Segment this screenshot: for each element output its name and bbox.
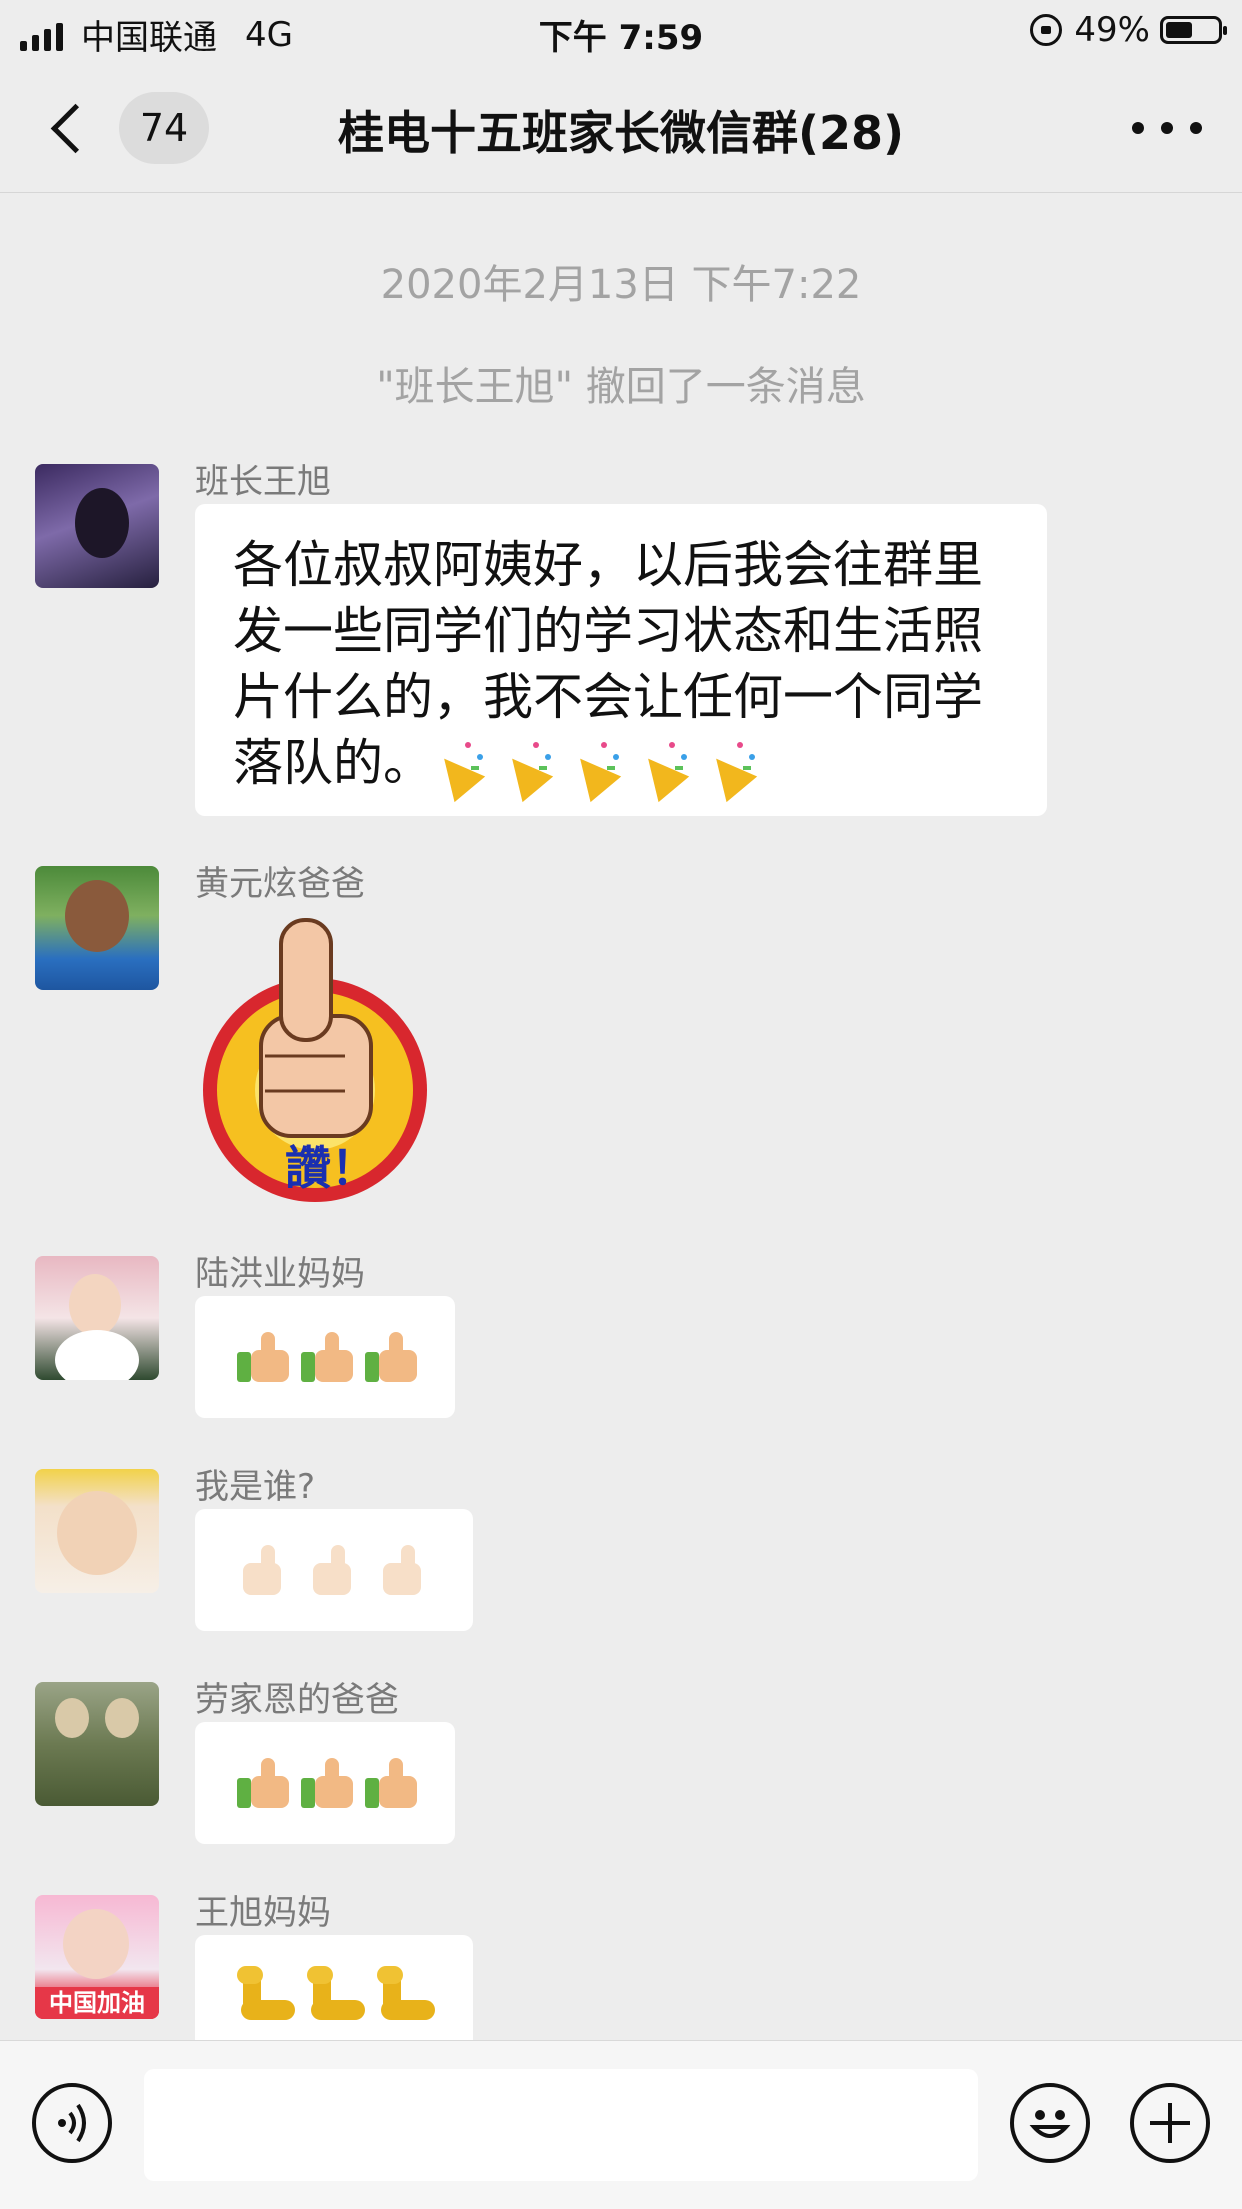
thumbs-up-icon	[375, 1541, 433, 1599]
chat-timestamp: 2020年2月13日 下午7:22	[380, 262, 862, 308]
thumbs-up-sticker[interactable]: 讚！	[195, 906, 435, 1206]
thumbs-up-icon	[299, 1754, 353, 1812]
sticker-text: 讚！	[285, 1141, 377, 1195]
battery-percent: 49%	[1074, 10, 1150, 50]
chat-title: 桂电十五班家长微信群(28)	[337, 106, 905, 160]
sender-name[interactable]: 劳家恩的爸爸	[195, 1672, 399, 1721]
sender-name[interactable]: 班长王旭	[195, 454, 331, 503]
party-popper-icon	[496, 740, 555, 802]
flexed-biceps-icon	[305, 1966, 365, 2026]
flexed-biceps-icon	[375, 1966, 435, 2026]
voice-button[interactable]	[32, 2083, 112, 2163]
thumbs-up-icon	[299, 1328, 353, 1386]
add-button[interactable]	[1130, 2083, 1210, 2163]
voice-icon	[58, 2103, 86, 2143]
status-bar: 中国联通 4G 下午 7:59 49%	[0, 0, 1242, 62]
thumbs-up-icon	[235, 1328, 289, 1386]
party-popper-icon	[700, 740, 759, 802]
avatar[interactable]	[35, 1682, 159, 1806]
avatar[interactable]	[35, 464, 159, 588]
orientation-lock-icon	[1030, 14, 1063, 46]
sender-name[interactable]: 我是谁?	[195, 1459, 315, 1508]
emoji-button[interactable]	[1010, 2083, 1090, 2163]
avatar[interactable]	[35, 1469, 159, 1593]
sender-name[interactable]: 陆洪业妈妈	[195, 1246, 365, 1295]
status-right: 49%	[1030, 10, 1227, 50]
flexed-biceps-icon	[235, 1966, 295, 2026]
emoji-row	[195, 1296, 455, 1418]
avatar[interactable]	[35, 1256, 159, 1380]
emoji-row	[195, 1509, 473, 1631]
more-options-icon[interactable]	[1132, 110, 1202, 146]
message-bubble[interactable]	[195, 1509, 473, 1631]
avatar-tag: 中国加油	[35, 1987, 159, 2019]
party-popper-icon	[428, 740, 487, 802]
recall-notice: "班长王旭" 撤回了一条消息	[376, 364, 866, 410]
thumbs-up-icon	[363, 1328, 417, 1386]
battery-icon	[1160, 16, 1227, 44]
emoji-row	[195, 1722, 455, 1844]
chat-header: 74 桂电十五班家长微信群(28)	[0, 62, 1242, 193]
message-bubble[interactable]	[195, 1296, 455, 1418]
message-bubble[interactable]: 各位叔叔阿姨好，以后我会往群里发一些同学们的学习状态和生活照片什么的，我不会让任…	[195, 504, 1047, 816]
input-bar	[0, 2040, 1242, 2209]
emoji-icon	[1029, 2110, 1071, 2138]
thumbs-up-icon	[235, 1754, 289, 1812]
thumbs-up-icon	[305, 1541, 363, 1599]
message-bubble[interactable]	[195, 1935, 473, 2057]
emoji-row	[195, 1935, 473, 2057]
party-popper-icon	[564, 740, 623, 802]
sender-name[interactable]: 王旭妈妈	[195, 1885, 331, 1934]
sender-name[interactable]: 黄元炫爸爸	[195, 856, 365, 905]
thumbs-up-icon	[363, 1754, 417, 1812]
avatar[interactable]	[35, 866, 159, 990]
message-text: 各位叔叔阿姨好，以后我会往群里发一些同学们的学习状态和生活照片什么的，我不会让任…	[195, 504, 1047, 824]
message-input[interactable]	[144, 2069, 978, 2181]
party-popper-icon	[632, 740, 691, 802]
avatar[interactable]: 中国加油	[35, 1895, 159, 2019]
plus-icon	[1150, 2103, 1190, 2143]
message-bubble[interactable]	[195, 1722, 455, 1844]
thumbs-up-icon	[235, 1541, 293, 1599]
thumbs-up-icon: 讚！	[203, 918, 427, 1202]
